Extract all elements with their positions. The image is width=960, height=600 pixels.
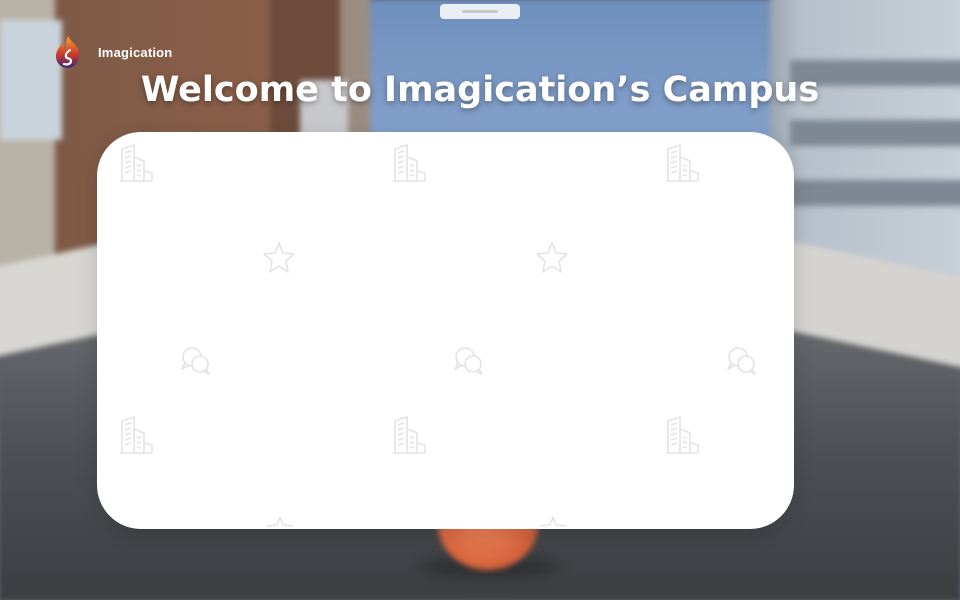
main-panel	[97, 132, 794, 529]
handle-grip	[462, 10, 498, 13]
chat-bubbles-icon	[181, 347, 210, 375]
brand: Imagication	[52, 34, 172, 70]
brand-name: Imagication	[98, 44, 173, 60]
chat-bubbles-icon	[727, 347, 756, 375]
buildings-icon	[665, 144, 699, 182]
right-building-window-row	[790, 180, 960, 206]
star-icon	[263, 242, 295, 273]
buildings-icon	[119, 144, 153, 182]
flame-logo-icon	[56, 36, 80, 68]
page-title: Welcome to Imagication’s Campus	[140, 70, 820, 110]
chat-bubbles-icon	[454, 347, 483, 375]
buildings-icon	[119, 416, 153, 454]
star-icon	[539, 516, 567, 527]
buildings-icon	[392, 144, 426, 182]
buildings-icon	[392, 416, 426, 454]
right-building-window-row	[790, 120, 960, 146]
star-icon	[536, 242, 568, 273]
panel-background-pattern	[119, 144, 756, 454]
buildings-icon	[665, 416, 699, 454]
star-icon	[266, 516, 294, 527]
top-handle-bar[interactable]	[440, 4, 520, 19]
